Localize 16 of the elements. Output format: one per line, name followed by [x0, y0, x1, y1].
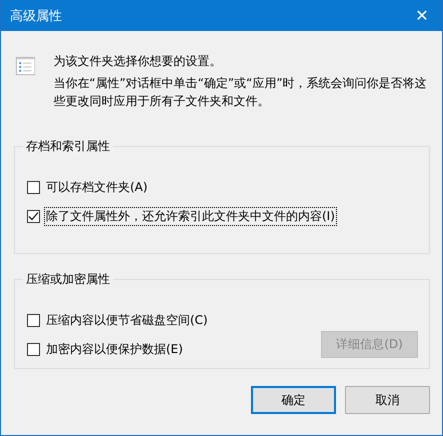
dialog-button[interactable]: 取消	[345, 386, 430, 414]
checkbox-label[interactable]: 压缩内容以便节省磁盘空间(C)	[44, 311, 210, 330]
checkbox-label[interactable]: 可以存档文件夹(A)	[44, 178, 150, 197]
dialog-button[interactable]: 确定	[251, 386, 336, 414]
checkbox-label[interactable]: 除了文件属性外，还允许索引此文件夹中文件的内容(I)	[44, 207, 337, 226]
checkbox[interactable]	[27, 181, 40, 194]
checkbox[interactable]	[27, 343, 40, 356]
group-title: 压缩或加密属性	[23, 271, 113, 288]
intro-heading: 为该文件夹选择你想要的设置。	[53, 53, 222, 70]
intro-text: 当你在“属性”对话框中单击“确定”或“应用”时，系统会询问你是否将这些更改同时应用于所有子文件夹和文件。	[53, 75, 428, 110]
checkbox-label[interactable]: 加密内容以便保护数据(E)	[44, 340, 185, 359]
group-title: 存档和索引属性	[23, 138, 113, 155]
close-button[interactable]: ✕	[402, 0, 442, 31]
checkbox[interactable]	[27, 314, 40, 327]
checkbox[interactable]	[27, 210, 40, 223]
window-title: 高级属性	[10, 8, 62, 24]
